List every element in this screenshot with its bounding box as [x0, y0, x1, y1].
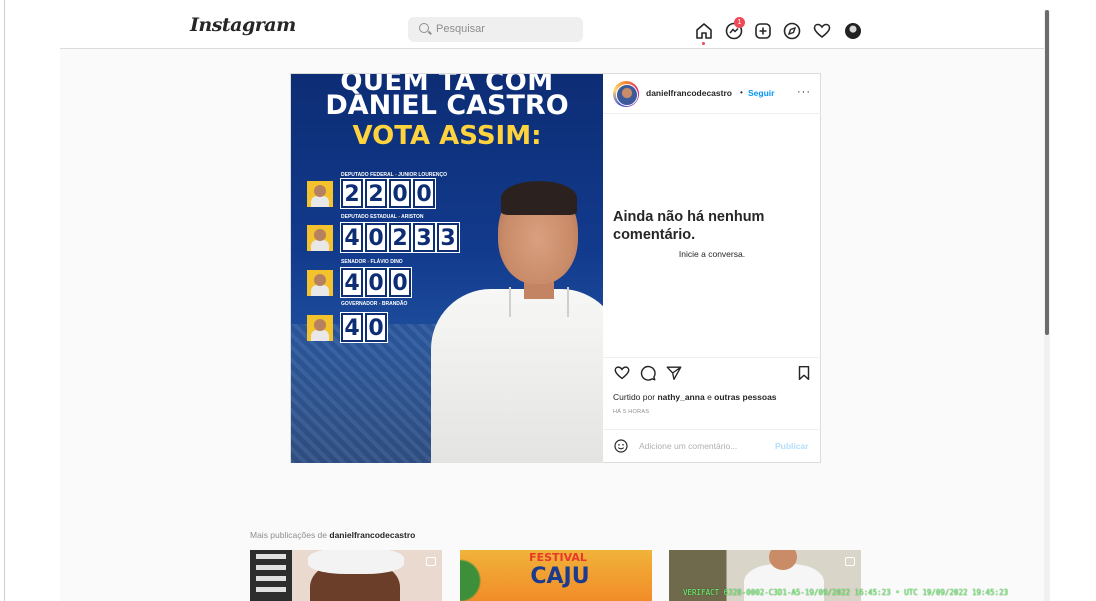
home-active-dot: [702, 42, 705, 45]
shirt-collar: [509, 287, 569, 317]
logo-chevron-down-icon[interactable]: ⌄: [262, 20, 270, 31]
vote-role: DEPUTADO ESTADUAL: [341, 214, 397, 220]
candidate-hair: [501, 181, 577, 215]
vote-label: GOVERNADOR - BRANDÃO: [341, 301, 408, 307]
vote-digit: 2: [364, 178, 388, 209]
search-icon: [419, 23, 429, 33]
vote-digit: 3: [436, 222, 460, 253]
follow-button[interactable]: Seguir: [748, 88, 774, 98]
vote-digit: 0: [388, 267, 412, 298]
comment-icon[interactable]: [639, 364, 657, 382]
thumbnail-leaf: [460, 550, 490, 601]
post-image[interactable]: QUEM TÁ COM DANIEL CASTRO VOTA ASSIM: DE…: [291, 74, 603, 463]
explore-icon[interactable]: [782, 21, 802, 41]
candidate-photo: [307, 270, 333, 296]
thumbnail-caption-top: FESTIVAL: [529, 551, 587, 564]
more-posts-prefix: Mais publicações de: [250, 530, 328, 540]
vote-digit: 0: [364, 267, 388, 298]
thumbnail-caption-big: CAJU: [530, 564, 590, 589]
author-username[interactable]: danielfrancodecastro: [646, 88, 732, 98]
vote-digit: 2: [388, 222, 412, 253]
liked-others[interactable]: outras pessoas: [714, 392, 776, 402]
no-comments-title: Ainda não há nenhum comentário.: [613, 209, 765, 243]
liked-by-text: Curtido por nathy_anna e outras pessoas: [613, 392, 777, 402]
like-heart-icon[interactable]: [613, 364, 631, 382]
emoji-icon[interactable]: [613, 438, 629, 454]
browser-viewport: Instagram ⌄ Pesquisar 1 QUEM TÁ COM DANI…: [0, 0, 1096, 601]
new-post-icon[interactable]: [753, 21, 773, 41]
liked-user[interactable]: nathy_anna: [657, 392, 704, 402]
activity-heart-icon[interactable]: [812, 21, 832, 41]
add-comment-input[interactable]: Adicione um comentário...: [639, 441, 737, 451]
post-timestamp[interactable]: HÁ 5 HORAS: [613, 409, 649, 415]
thumbnail-cap: [308, 550, 404, 574]
profile-avatar[interactable]: [845, 23, 861, 39]
reel-icon: [426, 557, 436, 566]
post-headline-3: VOTA ASSIM:: [352, 121, 542, 151]
vote-digit: 0: [364, 222, 388, 253]
messages-badge: 1: [734, 17, 745, 28]
vote-digit: 4: [340, 312, 364, 343]
vote-label: DEPUTADO ESTADUAL - ARISTON: [341, 214, 424, 220]
vote-candidate: FLÁVIO DINO: [370, 259, 403, 265]
vote-digit: 3: [412, 222, 436, 253]
post-headline-2: DANIEL CASTRO: [325, 90, 569, 121]
publish-button[interactable]: Publicar: [775, 441, 809, 451]
scrollbar-thumb[interactable]: [1045, 10, 1049, 335]
candidate-photo: [307, 225, 333, 251]
vote-label: DEPUTADO FEDERAL - JUNIOR LOURENÇO: [341, 172, 447, 178]
more-options-icon[interactable]: ···: [797, 86, 811, 98]
vote-role: DEPUTADO FEDERAL: [341, 172, 394, 178]
header-separator: •: [740, 88, 743, 97]
vote-candidate: JUNIOR LOURENÇO: [398, 172, 447, 178]
capture-watermark: VERIFACT 6328-0002-C3D1-A5-19/09/2022 16…: [683, 588, 1009, 597]
more-posts-username[interactable]: danielfrancodecastro: [329, 530, 415, 540]
thumbnail-stripes: [256, 554, 286, 594]
actions-divider: [603, 357, 821, 358]
author-avatar[interactable]: [613, 81, 639, 107]
liked-prefix: Curtido por: [613, 392, 656, 402]
instagram-logo[interactable]: Instagram: [190, 14, 296, 36]
vote-digit: 4: [340, 267, 364, 298]
vote-number: 4 0: [340, 312, 388, 343]
share-icon[interactable]: [665, 364, 683, 382]
home-icon[interactable]: [694, 21, 714, 41]
vote-digit: 0: [412, 178, 436, 209]
search-input[interactable]: Pesquisar: [408, 17, 583, 42]
vote-role: GOVERNADOR: [341, 301, 378, 307]
vote-digit: 2: [340, 178, 364, 209]
comment-divider: [603, 429, 821, 430]
candidate-photo: [307, 181, 333, 207]
vote-digit: 4: [340, 222, 364, 253]
vote-candidate: ARISTON: [401, 214, 424, 220]
start-conversation-text: Inicie a conversa.: [678, 249, 746, 259]
vote-label: SENADOR - FLÁVIO DINO: [341, 259, 403, 265]
vote-number: 2 2 0 0: [340, 178, 436, 209]
vote-number: 4 0 0: [340, 267, 412, 298]
post-thumbnail[interactable]: FESTIVAL CAJU: [460, 550, 652, 601]
post-card: QUEM TÁ COM DANIEL CASTRO VOTA ASSIM: DE…: [290, 73, 821, 463]
window-border: [4, 0, 5, 601]
post-thumbnail[interactable]: [250, 550, 442, 601]
more-posts-title: Mais publicações de danielfrancodecastro: [250, 530, 415, 540]
vote-number: 4 0 2 3 3: [340, 222, 460, 253]
vote-digit: 0: [364, 312, 388, 343]
vote-candidate: BRANDÃO: [381, 301, 408, 307]
save-bookmark-icon[interactable]: [795, 364, 813, 382]
reel-icon: [845, 557, 855, 566]
liked-joiner: e: [707, 392, 712, 402]
candidate-photo: [307, 315, 333, 341]
vote-role: SENADOR: [341, 259, 367, 265]
search-placeholder: Pesquisar: [436, 23, 485, 35]
window-margin: [1050, 0, 1096, 601]
vote-digit: 0: [388, 178, 412, 209]
